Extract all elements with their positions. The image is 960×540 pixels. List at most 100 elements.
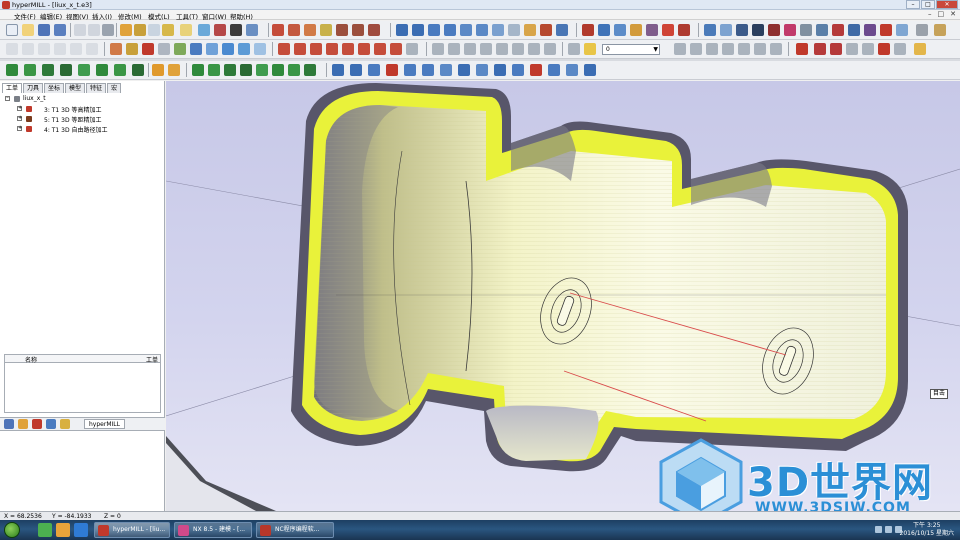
- tangent-icon[interactable]: [846, 43, 858, 55]
- zoom-all-icon[interactable]: [816, 24, 828, 36]
- 3d-milling-icon[interactable]: [24, 64, 36, 76]
- cancel-icon[interactable]: [796, 43, 808, 55]
- undo-icon[interactable]: [74, 24, 86, 36]
- move-icon[interactable]: [310, 43, 322, 55]
- zoom-out-icon[interactable]: [352, 24, 364, 36]
- hidden-line-icon[interactable]: [368, 64, 380, 76]
- loft-icon[interactable]: [158, 43, 170, 55]
- offset-icon[interactable]: [190, 43, 202, 55]
- menu-help[interactable]: 帮助(H): [230, 11, 253, 21]
- mdi-close-icon[interactable]: ✕: [950, 10, 956, 18]
- chain-icon[interactable]: [722, 43, 734, 55]
- menu-view[interactable]: 视图(V): [66, 11, 89, 21]
- pan-icon[interactable]: [288, 24, 300, 36]
- fillet-icon[interactable]: [86, 43, 98, 55]
- grid-icon[interactable]: [180, 24, 192, 36]
- engrave-icon[interactable]: [272, 64, 284, 76]
- job-list-icon[interactable]: [152, 64, 164, 76]
- pencil-icon[interactable]: [18, 419, 28, 429]
- transparency-icon[interactable]: [404, 64, 416, 76]
- back-view-icon[interactable]: [412, 24, 424, 36]
- minimize-button[interactable]: –: [906, 0, 920, 9]
- 5x-milling-icon[interactable]: [42, 64, 54, 76]
- tree-item-job-5[interactable]: 5: T1 3D 等距精加工: [44, 115, 101, 124]
- tree-item-job-4[interactable]: 4: T1 3D 自由路径加工: [44, 125, 107, 134]
- frame-display-icon[interactable]: [548, 64, 560, 76]
- rectangle-icon[interactable]: [54, 43, 66, 55]
- trim-icon[interactable]: [206, 43, 218, 55]
- curve-icon[interactable]: [6, 43, 18, 55]
- pocket-icon[interactable]: [208, 64, 220, 76]
- light-icon[interactable]: [246, 24, 258, 36]
- feature-icon[interactable]: [614, 24, 626, 36]
- swap-icon[interactable]: [770, 43, 782, 55]
- normal-icon[interactable]: [862, 43, 874, 55]
- save-icon[interactable]: [38, 24, 50, 36]
- ungroup-icon[interactable]: [512, 43, 524, 55]
- close-button[interactable]: ✕: [936, 0, 958, 9]
- sweep-icon[interactable]: [142, 43, 154, 55]
- tab-models[interactable]: 模型: [65, 83, 86, 93]
- color-icon[interactable]: [768, 24, 780, 36]
- cube-view-icon[interactable]: [458, 64, 470, 76]
- copy-icon[interactable]: [326, 43, 338, 55]
- perspective-icon[interactable]: [508, 24, 520, 36]
- scene-icon[interactable]: [848, 24, 860, 36]
- simulate-icon[interactable]: [646, 24, 658, 36]
- face-icon[interactable]: [464, 43, 476, 55]
- measure-icon[interactable]: [134, 24, 146, 36]
- bottom-view-icon[interactable]: [444, 24, 456, 36]
- expand-icon[interactable]: +: [17, 116, 22, 121]
- shape-icon[interactable]: [784, 24, 796, 36]
- browser-icon[interactable]: [74, 523, 88, 537]
- help-icon[interactable]: [934, 24, 946, 36]
- redo-icon[interactable]: [88, 24, 100, 36]
- material-icon[interactable]: [864, 24, 876, 36]
- view-cube-icon[interactable]: [368, 24, 380, 36]
- slot-icon[interactable]: [224, 64, 236, 76]
- arc-icon[interactable]: [70, 43, 82, 55]
- angle-icon[interactable]: [162, 24, 174, 36]
- thread-icon[interactable]: [240, 64, 252, 76]
- circle-icon[interactable]: [38, 43, 50, 55]
- start-button[interactable]: [4, 522, 20, 538]
- line-icon[interactable]: [22, 43, 34, 55]
- fill-icon[interactable]: [238, 43, 250, 55]
- tree-root-label[interactable]: liux_x_t: [23, 95, 46, 102]
- filter-icon[interactable]: [528, 43, 540, 55]
- delete-icon[interactable]: [406, 43, 418, 55]
- top-view-icon[interactable]: [428, 24, 440, 36]
- menu-tools[interactable]: 工具(T): [176, 11, 198, 21]
- tree-icon[interactable]: [4, 419, 14, 429]
- view-icon[interactable]: [198, 24, 210, 36]
- macro-icon[interactable]: [630, 24, 642, 36]
- front-view-icon[interactable]: [396, 24, 408, 36]
- task-nc[interactable]: NC程序编程软...: [256, 522, 334, 538]
- measure-distance-icon[interactable]: [704, 24, 716, 36]
- task-nx[interactable]: NX 8.5 - 建模 - [...: [174, 522, 252, 538]
- volume-icon[interactable]: [885, 526, 892, 533]
- split-icon[interactable]: [390, 43, 402, 55]
- menu-modify[interactable]: 修改(M): [118, 11, 142, 21]
- frame-icon[interactable]: [598, 24, 610, 36]
- iso-view-icon[interactable]: [492, 24, 504, 36]
- patch-icon[interactable]: [254, 43, 266, 55]
- rotate-icon[interactable]: [272, 24, 284, 36]
- tab-macros[interactable]: 宏: [107, 83, 122, 93]
- align-icon[interactable]: [358, 43, 370, 55]
- blend-icon[interactable]: [222, 43, 234, 55]
- plunge-icon[interactable]: [192, 64, 204, 76]
- menu-edit[interactable]: 编辑(E): [40, 11, 62, 21]
- explorer-icon[interactable]: [56, 523, 70, 537]
- menu-file[interactable]: 文件(F): [14, 11, 36, 21]
- task-hypermill[interactable]: hyperMILL - [liu...: [94, 522, 170, 538]
- zoom-in-icon[interactable]: [336, 24, 348, 36]
- finishing-icon[interactable]: [96, 64, 108, 76]
- stock-display-icon[interactable]: [476, 64, 488, 76]
- menu-insert[interactable]: 插入(I): [92, 11, 112, 21]
- rest-machining-icon[interactable]: [114, 64, 126, 76]
- turning-icon[interactable]: [304, 64, 316, 76]
- tab-hypermill[interactable]: hyperMILL: [84, 419, 125, 429]
- redraw-icon[interactable]: [584, 64, 596, 76]
- dimension-icon[interactable]: [556, 24, 568, 36]
